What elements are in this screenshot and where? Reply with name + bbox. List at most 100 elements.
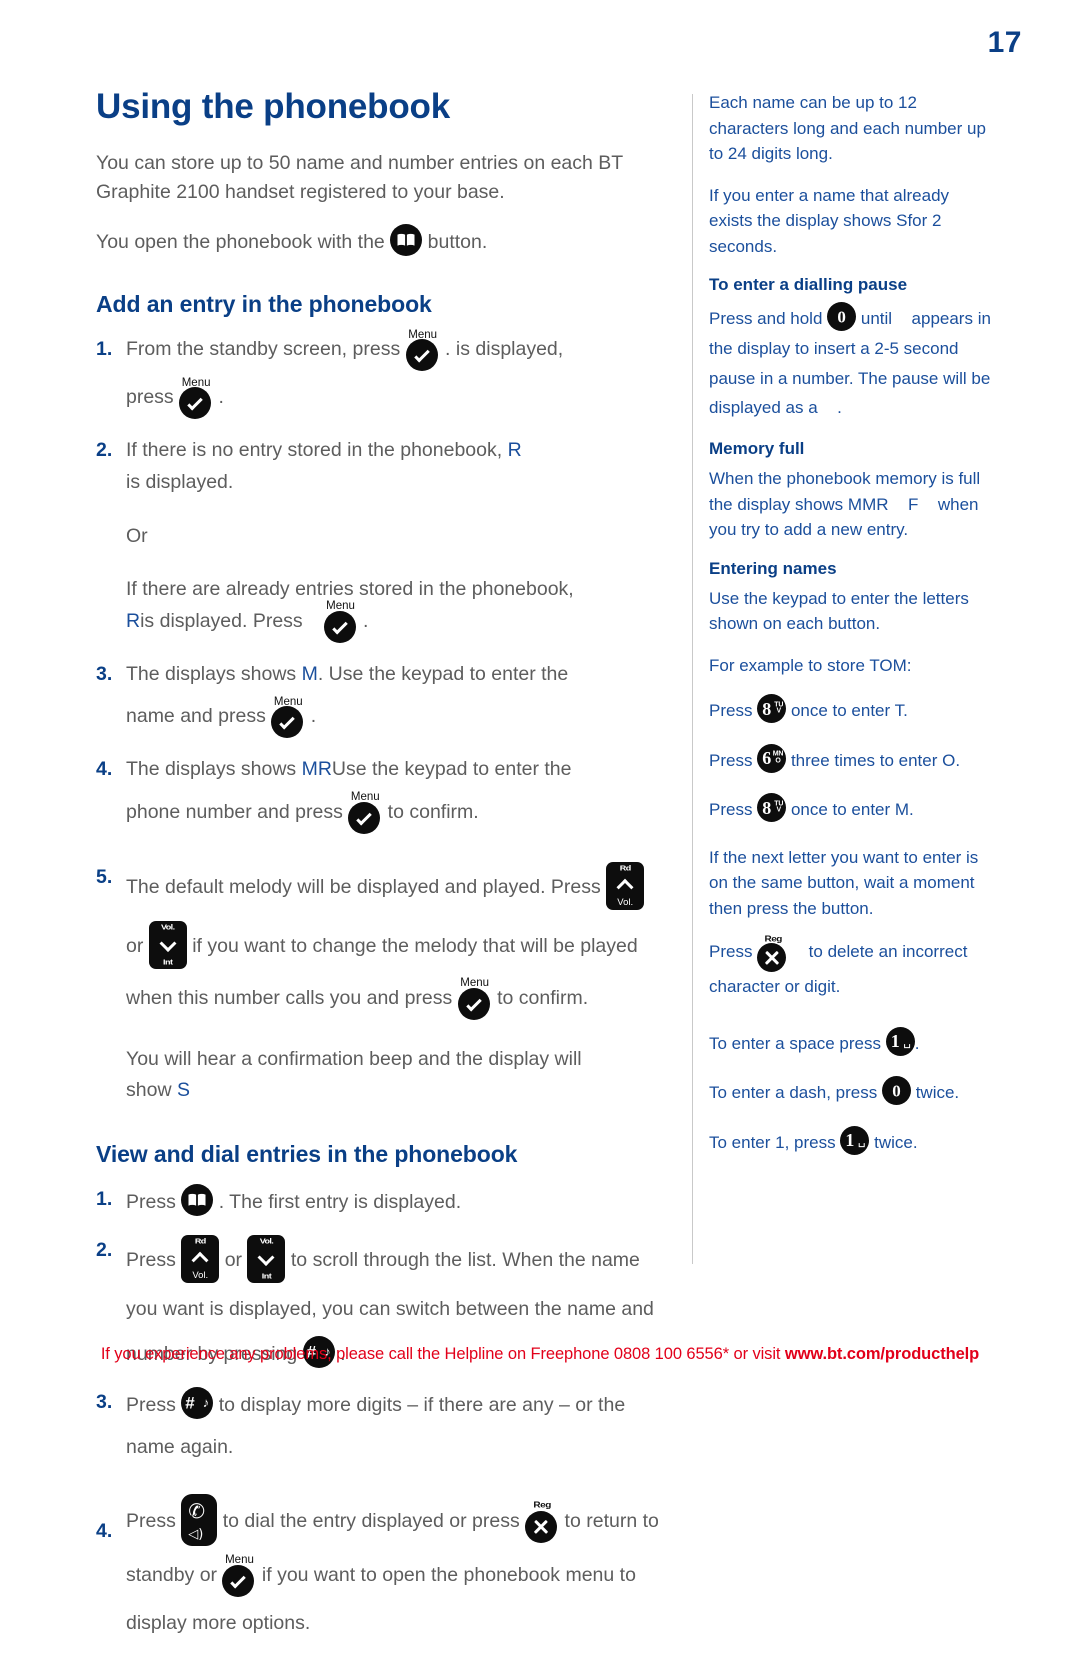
reg-key-label: Reg <box>533 1501 551 1510</box>
step-text: is displayed. <box>126 470 234 493</box>
menu-key-icon: Menu <box>179 377 213 420</box>
step-text: . <box>310 705 317 728</box>
right-paragraph-7: Press 8 TU V once to enter T. <box>709 694 997 724</box>
key-0-label: 0 <box>892 1081 901 1101</box>
step-text: Press <box>126 1191 176 1213</box>
step-text: name again. <box>126 1436 234 1459</box>
step-text: standby or <box>126 1563 218 1586</box>
right-text: until <box>860 309 893 328</box>
step-text: you want is displayed, you can switch be… <box>126 1297 654 1320</box>
footer-text: If you experience any problems, please c… <box>100 1345 785 1363</box>
talk-key-icon: ✆ ◁) <box>181 1493 218 1546</box>
display-code: M <box>301 662 318 685</box>
step-text: is displayed. Press <box>140 609 303 632</box>
list-item: 2. If there is no entry stored in the ph… <box>96 435 674 643</box>
step-text: show <box>126 1079 172 1102</box>
add-entry-steps: 1. From the standby screen, press Menu .… <box>96 329 674 1107</box>
menu-key-circle <box>457 987 490 1020</box>
right-paragraph-9: Press 8 TU V once to enter M. <box>709 793 997 823</box>
menu-key-circle <box>323 610 356 643</box>
key-8-letters-bottom: V <box>776 707 781 715</box>
step-text: The displays shows <box>126 662 297 685</box>
right-paragraph-12: To enter a space press 1 ␣ . <box>709 1026 997 1057</box>
step-text: or <box>224 1248 243 1271</box>
heading-memory-full: Memory full <box>709 439 805 458</box>
step-text: . Use the keypad to enter the <box>317 662 569 685</box>
right-paragraph-3: Press and hold 0 until appears in the di… <box>709 302 997 423</box>
right-paragraph-14: To enter 1, press 1 ␣ twice. <box>709 1125 997 1156</box>
right-text: To enter a space press <box>709 1033 881 1053</box>
right-text: To enter 1, press <box>709 1132 836 1152</box>
cancel-key-circle <box>757 943 787 972</box>
step-text: If there is no entry stored in the phone… <box>126 439 503 462</box>
right-paragraph-11: Press Reg to delete an incorrect charact… <box>709 936 997 1003</box>
menu-key-icon: Menu <box>405 329 440 372</box>
vol-label: Vol. <box>259 1236 274 1245</box>
menu-key-icon: Menu <box>222 1555 256 1597</box>
check-icon <box>356 809 373 826</box>
close-icon <box>533 1519 549 1535</box>
heading-entering-names: Entering names <box>709 558 837 578</box>
menu-key-icon: Menu <box>323 601 358 643</box>
footer-url[interactable]: www.bt.com/producthelp <box>785 1345 979 1363</box>
step-number: 5. <box>96 865 113 888</box>
footer-helpline: If you experience any problems, please c… <box>0 1345 1080 1364</box>
open-book-icon <box>397 233 416 247</box>
step-number: 2. <box>96 1238 113 1261</box>
step-text: The default melody will be displayed and… <box>126 875 601 898</box>
step-text: . <box>445 338 456 361</box>
key-8-letters: TU V <box>774 800 783 814</box>
right-paragraph-13: To enter a dash, press 0 twice. <box>709 1076 997 1106</box>
music-note-icon: ♪ <box>202 1394 210 1410</box>
display-code: S <box>896 211 908 230</box>
step-number: 1. <box>96 338 113 361</box>
volume-down-key-icon: Vol. Int <box>148 920 187 969</box>
space-symbol-icon: ␣ <box>903 1034 911 1049</box>
step-text: if you want to open the phonebook menu t… <box>261 1563 636 1586</box>
heading-dialling-pause: To enter a dialling pause <box>709 275 908 294</box>
vol-label: Vol. <box>161 922 175 932</box>
key-0-icon: 0 <box>827 302 857 331</box>
key-1-icon: 1 ␣ <box>885 1026 915 1056</box>
display-code: S <box>176 1079 190 1102</box>
right-paragraph-2: If you enter a name that already exists … <box>709 183 997 260</box>
page-number: 17 <box>987 26 1022 59</box>
intro-2-text-b: button. <box>427 230 488 253</box>
key-6-letters-bottom: O <box>775 757 781 764</box>
right-text: Press <box>709 942 753 961</box>
check-icon <box>230 1572 247 1589</box>
step-text: to confirm. <box>497 986 589 1009</box>
step-text-or: Or <box>126 524 148 547</box>
menu-key-circle <box>222 1564 255 1597</box>
right-text: . <box>914 1033 920 1053</box>
intro-paragraph-2: You open the phonebook with the button. <box>96 223 674 258</box>
step-text: phone number and press <box>126 800 343 823</box>
right-text: twice. <box>874 1132 918 1152</box>
list-item: 1. Press . The first entry is displayed. <box>96 1184 674 1219</box>
right-paragraph-4: When the phonebook memory is full the di… <box>709 466 997 543</box>
chevron-up-icon <box>191 1251 209 1269</box>
intercom-label: Int <box>163 957 173 966</box>
step-text: The displays shows <box>126 758 297 781</box>
view-dial-steps: 1. Press . The first entry is displayed.… <box>96 1184 674 1639</box>
menu-key-circle <box>348 801 381 834</box>
step-text: to dial the entry displayed or press <box>222 1509 520 1532</box>
key-8-icon: 8 TU V <box>757 694 787 723</box>
space-symbol-icon: ␣ <box>857 1133 866 1148</box>
step-text: to scroll through the list. When the nam… <box>290 1248 640 1271</box>
right-column: Each name can be up to 12 characters lon… <box>709 90 997 1171</box>
step-number: 1. <box>96 1188 113 1210</box>
column-divider <box>692 94 693 1264</box>
step-text: From the standby screen, press <box>126 338 401 361</box>
volume-down-key-icon: Vol. Int <box>247 1234 286 1283</box>
phonebook-key-icon <box>181 1184 214 1216</box>
vol-label: Vol. <box>192 1270 209 1282</box>
right-text: once to enter M. <box>790 800 914 819</box>
list-item: 4. Press ✆ ◁) to dial the entry displaye… <box>96 1493 674 1640</box>
right-text: F <box>907 494 919 514</box>
key-0-label: 0 <box>837 307 846 326</box>
right-text: . <box>837 398 842 418</box>
step-text: when this number calls you and press <box>126 986 453 1009</box>
list-item: 5. The default melody will be displayed … <box>96 861 674 1107</box>
menu-key-circle <box>405 339 438 372</box>
